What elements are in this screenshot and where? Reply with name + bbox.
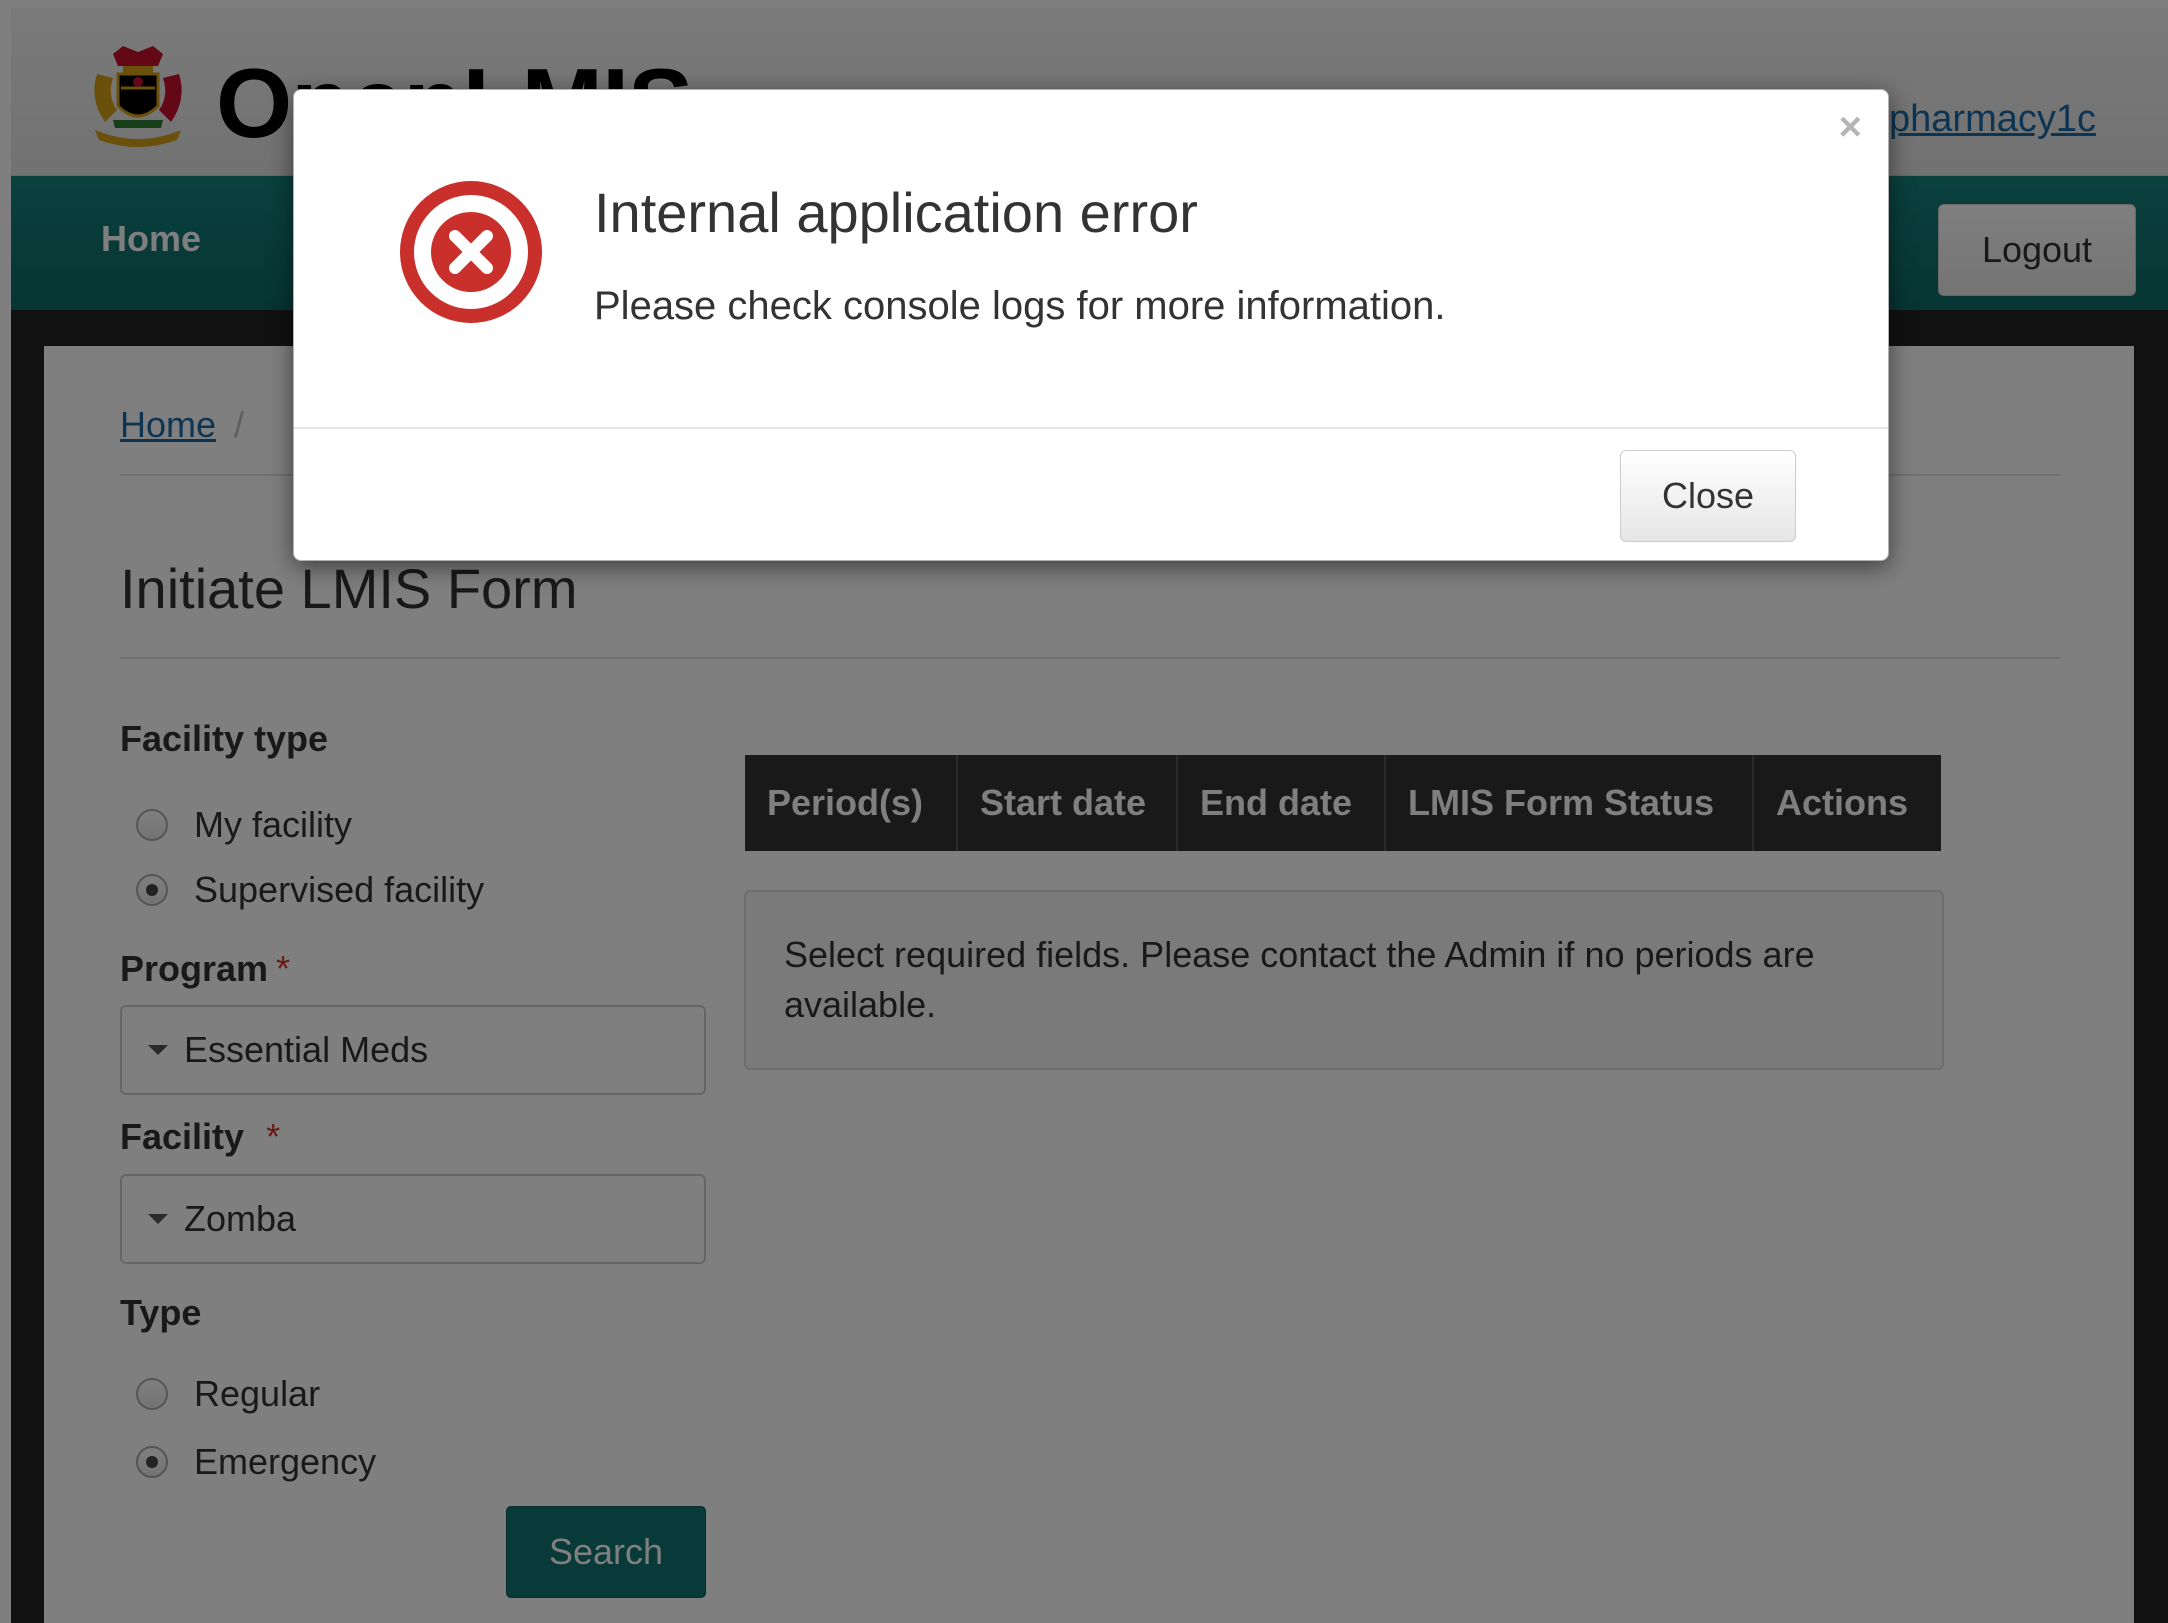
modal-title: Internal application error	[594, 181, 1198, 244]
error-icon	[400, 181, 542, 323]
modal-close-button[interactable]: Close	[1620, 450, 1796, 542]
modal-footer-divider	[294, 427, 1888, 429]
error-modal: × Internal application error Please chec…	[293, 89, 1889, 561]
close-icon[interactable]: ×	[1839, 102, 1862, 152]
modal-message: Please check console logs for more infor…	[594, 284, 1446, 328]
app-window: OpenLMIS pharmacy1c Home Logout Home/ In…	[0, 0, 2168, 1623]
